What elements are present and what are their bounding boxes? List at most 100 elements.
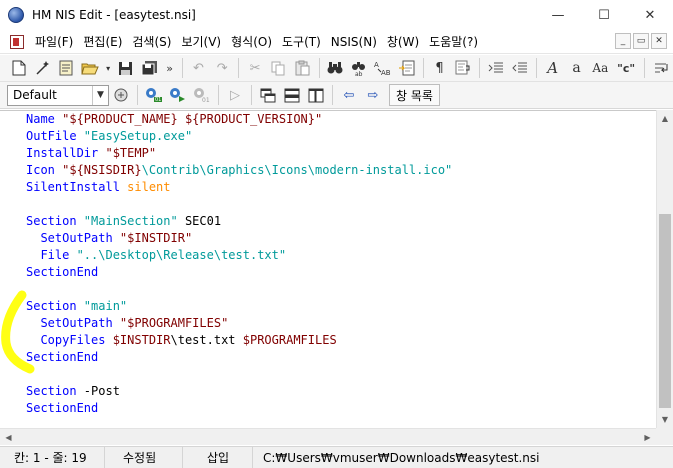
code-token: "${PRODUCT_NAME} ${PRODUCT_VERSION}" xyxy=(62,112,323,126)
paragraph-icon[interactable]: ¶ xyxy=(429,57,451,79)
code-line[interactable]: Icon "${NSISDIR}\Contrib\Graphics\Icons\… xyxy=(26,162,452,179)
mdi-close-button[interactable]: ✕ xyxy=(651,33,667,49)
svg-text:01: 01 xyxy=(202,97,210,103)
title-bar: HM NIS Edit - [easytest.nsi] — ☐ ✕ xyxy=(0,0,673,30)
previous-window-icon[interactable]: ⇦ xyxy=(338,84,360,106)
separator xyxy=(422,58,424,78)
vertical-scroll-thumb[interactable] xyxy=(659,214,671,408)
code-line[interactable] xyxy=(26,196,452,213)
menu-view[interactable]: 보기(V) xyxy=(176,33,226,50)
code-token: SectionEnd xyxy=(26,401,99,415)
undo-icon[interactable]: ↶ xyxy=(188,57,210,79)
code-line[interactable]: OutFile "EasySetup.exe" xyxy=(26,128,452,145)
separator xyxy=(251,85,252,105)
window-title: HM NIS Edit - [easytest.nsi] xyxy=(32,8,196,22)
code-text[interactable]: Name "${PRODUCT_NAME} ${PRODUCT_VERSION}… xyxy=(26,111,452,417)
style-select[interactable]: Default ▼ xyxy=(7,84,109,106)
code-line[interactable]: InstallDir "$TEMP" xyxy=(26,145,452,162)
tile-horizontal-icon[interactable] xyxy=(281,84,303,106)
file-path-status: C:₩Users₩vmuser₩Downloads₩easytest.nsi xyxy=(263,450,540,465)
code-token: SetOutPath xyxy=(26,316,120,330)
horizontal-scrollbar[interactable]: ◀ ▶ xyxy=(0,428,656,445)
code-line[interactable] xyxy=(26,281,452,298)
copy-icon[interactable] xyxy=(268,57,290,79)
compile-icon[interactable]: 01 xyxy=(143,84,165,106)
scroll-left-icon[interactable]: ◀ xyxy=(0,429,17,445)
code-token: "EasySetup.exe" xyxy=(83,129,193,143)
outdent-icon[interactable] xyxy=(509,57,531,79)
save-icon[interactable] xyxy=(115,57,137,79)
quote-c-icon[interactable]: "c" xyxy=(613,57,639,79)
format-toolbar: Default ▼ 01 01 ▷ ⇦ ⇨ 창 목록 xyxy=(0,82,673,109)
window-list-button[interactable]: 창 목록 xyxy=(389,84,440,106)
menu-help[interactable]: 도움말(?) xyxy=(424,33,483,50)
svg-text:ab: ab xyxy=(355,71,363,76)
menu-search[interactable]: 검색(S) xyxy=(127,33,176,50)
find-icon[interactable] xyxy=(325,57,347,79)
replace-icon[interactable]: A AB xyxy=(372,57,394,79)
lowercase-icon[interactable]: a xyxy=(566,57,588,79)
run-icon[interactable]: ▷ xyxy=(224,84,246,106)
cut-icon[interactable]: ✂ xyxy=(244,57,266,79)
code-line[interactable]: Section "MainSection" SEC01 xyxy=(26,213,452,230)
code-line[interactable]: SectionEnd xyxy=(26,349,452,366)
find-replace-icon[interactable]: ab xyxy=(348,57,370,79)
insert-file-icon[interactable] xyxy=(396,57,418,79)
menu-format[interactable]: 형식(O) xyxy=(226,33,277,50)
code-line[interactable]: File "..\Desktop\Release\test.txt" xyxy=(26,247,452,264)
document-icon[interactable] xyxy=(10,34,24,49)
code-line[interactable]: SectionEnd xyxy=(26,264,452,281)
wizard-icon[interactable] xyxy=(32,57,54,79)
indent-icon[interactable] xyxy=(485,57,507,79)
mdi-restore-button[interactable]: ▭ xyxy=(633,33,649,49)
word-wrap-icon[interactable] xyxy=(452,57,474,79)
code-line[interactable]: SilentInstall silent xyxy=(26,179,452,196)
style-edit-icon[interactable] xyxy=(110,84,132,106)
vertical-scrollbar[interactable]: ▲ ▼ xyxy=(656,110,673,428)
menu-file[interactable]: 파일(F) xyxy=(30,33,78,50)
italic-a-icon[interactable]: A xyxy=(542,57,564,79)
scroll-right-icon[interactable]: ▶ xyxy=(639,429,656,445)
separator xyxy=(218,85,219,105)
close-button[interactable]: ✕ xyxy=(627,0,673,30)
more-icon[interactable]: » xyxy=(163,57,177,79)
template-icon[interactable] xyxy=(56,57,78,79)
scroll-up-icon[interactable]: ▲ xyxy=(657,110,673,127)
return-icon[interactable] xyxy=(650,57,672,79)
code-line[interactable]: SetOutPath "$INSTDIR" xyxy=(26,230,452,247)
next-window-icon[interactable]: ⇨ xyxy=(362,84,384,106)
maximize-button[interactable]: ☐ xyxy=(581,0,627,30)
cascade-icon[interactable] xyxy=(257,84,279,106)
code-line[interactable]: Name "${PRODUCT_NAME} ${PRODUCT_VERSION}… xyxy=(26,111,452,128)
style-select-value: Default xyxy=(13,88,57,102)
code-editor[interactable]: Name "${PRODUCT_NAME} ${PRODUCT_VERSION}… xyxy=(0,110,656,428)
code-line[interactable]: CopyFiles $INSTDIR\test.txt $PROGRAMFILE… xyxy=(26,332,452,349)
minimize-button[interactable]: — xyxy=(535,0,581,30)
scroll-down-icon[interactable]: ▼ xyxy=(657,411,673,428)
code-line[interactable]: SectionEnd xyxy=(26,400,452,417)
code-line[interactable]: SetOutPath "$PROGRAMFILES" xyxy=(26,315,452,332)
code-token: $PROGRAMFILES xyxy=(242,333,337,347)
compile-run-icon[interactable] xyxy=(167,84,189,106)
code-line[interactable]: Section -Post xyxy=(26,383,452,400)
code-token: "$TEMP" xyxy=(105,146,157,160)
code-line[interactable]: Section "main" xyxy=(26,298,452,315)
mdi-minimize-button[interactable]: _ xyxy=(615,33,631,49)
code-line[interactable] xyxy=(26,366,452,383)
redo-icon[interactable]: ↷ xyxy=(211,57,233,79)
paste-icon[interactable] xyxy=(292,57,314,79)
save-all-icon[interactable] xyxy=(139,57,161,79)
app-logo-icon xyxy=(8,7,24,23)
new-file-icon[interactable] xyxy=(8,57,30,79)
tile-vertical-icon[interactable] xyxy=(305,84,327,106)
uppercase-icon[interactable]: Aa xyxy=(589,57,611,79)
open-dropdown-icon[interactable]: ▾ xyxy=(103,57,113,79)
code-token: "$PROGRAMFILES" xyxy=(119,316,229,330)
stop-compile-icon[interactable]: 01 xyxy=(191,84,213,106)
chevron-down-icon[interactable]: ▼ xyxy=(92,85,108,105)
menu-tools[interactable]: 도구(T) xyxy=(277,33,326,50)
menu-edit[interactable]: 편집(E) xyxy=(78,33,127,50)
open-icon[interactable] xyxy=(79,57,101,79)
menu-window[interactable]: 창(W) xyxy=(382,33,424,50)
menu-nsis[interactable]: NSIS(N) xyxy=(326,35,382,49)
